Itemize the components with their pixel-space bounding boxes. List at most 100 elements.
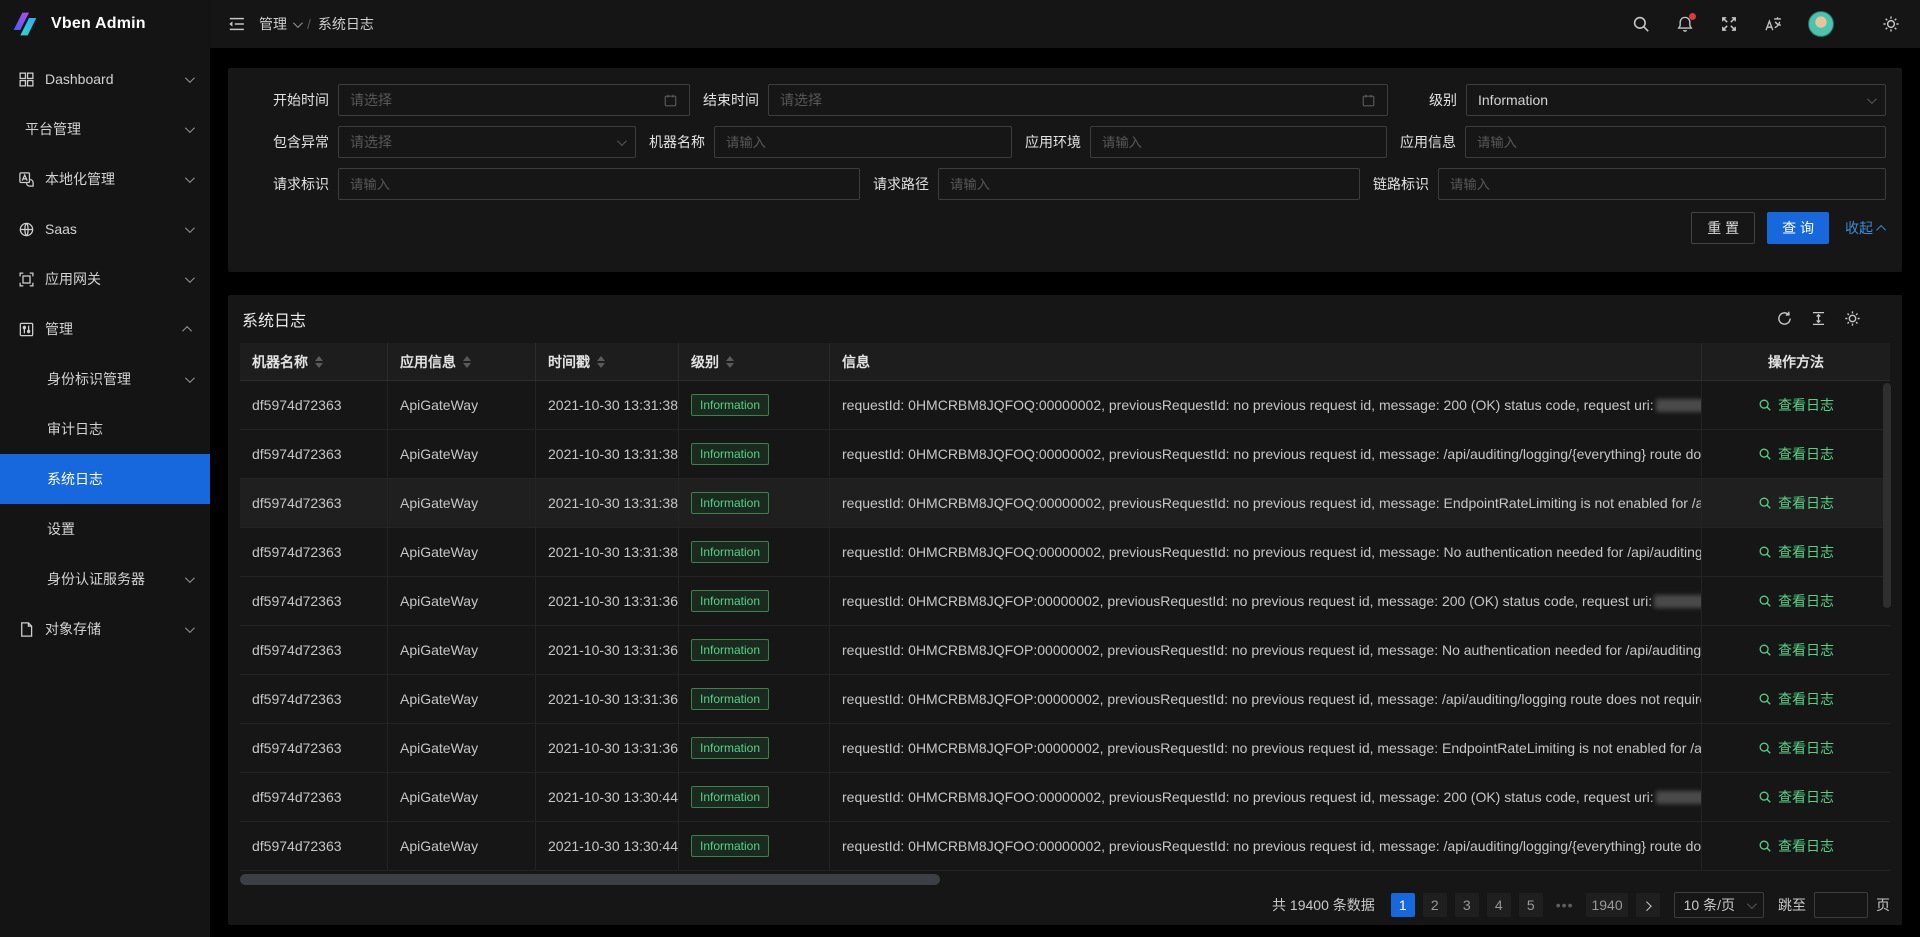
table-row: df5974d72363ApiGateWay2021-10-30 13:31:3… — [240, 430, 1890, 479]
sort-carets — [463, 356, 471, 368]
column-settings-icon[interactable] — [1844, 310, 1862, 328]
sidebar-item-label: 应用网关 — [45, 269, 185, 289]
table-row: df5974d72363ApiGateWay2021-10-30 13:31:3… — [240, 577, 1890, 626]
view-log-link[interactable]: 查看日志 — [1758, 444, 1834, 464]
sidebar-item-gateway[interactable]: 应用网关 — [0, 254, 210, 304]
cell-machine-name: df5974d72363 — [240, 479, 388, 527]
dashboard-icon — [18, 71, 35, 88]
view-log-link[interactable]: 查看日志 — [1758, 493, 1834, 513]
sidebar-item-saas[interactable]: Saas — [0, 204, 210, 254]
view-log-link[interactable]: 查看日志 — [1758, 395, 1834, 415]
view-log-link[interactable]: 查看日志 — [1758, 640, 1834, 660]
end-time-date-picker[interactable]: 请选择 — [768, 84, 1388, 116]
sidebar-item-platform[interactable]: 平台管理 — [0, 104, 210, 154]
column-header-1[interactable]: 应用信息 — [388, 343, 536, 381]
sidebar-item-identity[interactable]: 身份标识管理 — [0, 354, 210, 404]
cell-level: Information — [679, 724, 830, 772]
gateway-icon — [18, 271, 35, 288]
fullscreen-icon[interactable] — [1720, 15, 1738, 33]
column-label: 应用信息 — [400, 352, 456, 372]
page-button-2[interactable]: 2 — [1423, 893, 1447, 917]
horizontal-scrollbar-thumb[interactable] — [240, 874, 940, 885]
sidebar-item-label: 系统日志 — [47, 469, 192, 489]
cell-level: Information — [679, 381, 830, 429]
field-label: 开始时间 — [260, 90, 338, 110]
sort-carets — [315, 356, 323, 368]
field-label: 应用信息 — [1387, 132, 1465, 152]
cell-app-info: ApiGateWay — [388, 822, 536, 870]
search-icon[interactable] — [1632, 15, 1650, 33]
sidebar-menu: Dashboard平台管理本地化管理 Saas 应用网关管理身份标识管理审计日志系统… — [0, 48, 210, 654]
field-has-exception: 包含异常请选择 — [260, 126, 636, 158]
view-log-link[interactable]: 查看日志 — [1758, 836, 1834, 856]
row-height-icon[interactable] — [1810, 310, 1828, 328]
start-time-date-picker[interactable]: 请选择 — [338, 84, 690, 116]
horizontal-scrollbar[interactable] — [240, 874, 1890, 885]
page-button-5[interactable]: 5 — [1519, 893, 1543, 917]
page-button-1[interactable]: 1 — [1391, 893, 1415, 917]
chevron-down-icon — [617, 136, 627, 146]
app-env-input[interactable] — [1090, 126, 1387, 158]
cell-machine-name: df5974d72363 — [240, 528, 388, 576]
reset-button[interactable]: 重 置 — [1691, 212, 1755, 244]
sidebar-item-admin[interactable]: 管理 — [0, 304, 210, 354]
avatar[interactable] — [1808, 11, 1834, 37]
next-page-button[interactable] — [1636, 893, 1660, 917]
column-header-3[interactable]: 级别 — [679, 343, 830, 381]
cell-actions: 查看日志 — [1702, 479, 1890, 527]
translate-icon[interactable] — [1764, 15, 1782, 33]
level-select[interactable]: Information — [1466, 84, 1886, 116]
cell-level: Information — [679, 822, 830, 870]
request-id-input[interactable] — [338, 168, 860, 200]
bell-icon[interactable] — [1676, 15, 1694, 33]
pagination-ellipsis[interactable]: ••• — [1551, 893, 1579, 917]
cell-message: requestId: 0HMCRBM8JQFOQ:00000002, previ… — [830, 479, 1702, 527]
trace-id-input[interactable] — [1438, 168, 1886, 200]
filter-actions: 重 置 查 询 收起 — [260, 212, 1886, 244]
column-header-2[interactable]: 时间戳 — [536, 343, 679, 381]
field-value: 请选择 — [780, 90, 1361, 110]
column-header-5: 操作方法 — [1702, 343, 1890, 381]
page-button-1940[interactable]: 1940 — [1586, 893, 1627, 917]
field-app-env: 应用环境 — [1012, 126, 1387, 158]
settings-icon[interactable] — [1882, 15, 1900, 33]
view-log-link[interactable]: 查看日志 — [1758, 542, 1834, 562]
vertical-scrollbar[interactable] — [1883, 383, 1891, 608]
view-log-link[interactable]: 查看日志 — [1758, 787, 1834, 807]
page-button-3[interactable]: 3 — [1455, 893, 1479, 917]
cell-level: Information — [679, 528, 830, 576]
has-exception-select[interactable]: 请选择 — [338, 126, 636, 158]
refresh-icon[interactable] — [1776, 310, 1794, 328]
sidebar-item-audit-log[interactable]: 审计日志 — [0, 404, 210, 454]
cell-timestamp: 2021-10-30 13:30:44 — [536, 773, 679, 821]
sidebar-item-settings[interactable]: 设置 — [0, 504, 210, 554]
request-path-input[interactable] — [938, 168, 1360, 200]
level-badge: Information — [691, 786, 769, 808]
cell-machine-name: df5974d72363 — [240, 724, 388, 772]
sidebar-item-dashboard[interactable]: Dashboard — [0, 54, 210, 104]
chevron-down-icon — [1747, 899, 1757, 909]
sidebar-item-auth-server[interactable]: 身份认证服务器 — [0, 554, 210, 604]
view-log-link[interactable]: 查看日志 — [1758, 689, 1834, 709]
logo[interactable]: Vben Admin — [0, 0, 210, 48]
sidebar-item-system-log[interactable]: 系统日志 — [0, 454, 210, 504]
collapse-link[interactable]: 收起 — [1845, 218, 1886, 238]
menu-fold-icon[interactable] — [227, 15, 245, 33]
view-log-link[interactable]: 查看日志 — [1758, 591, 1834, 611]
breadcrumb-section[interactable]: 管理 — [259, 14, 300, 34]
column-header-0[interactable]: 机器名称 — [240, 343, 388, 381]
page-size-select[interactable]: 10 条/页 — [1674, 892, 1764, 918]
machine-name-input[interactable] — [714, 126, 1012, 158]
app-info-input[interactable] — [1465, 126, 1886, 158]
cell-app-info: ApiGateWay — [388, 577, 536, 625]
sidebar-item-localization[interactable]: 本地化管理 — [0, 154, 210, 204]
table-toolbar: 系统日志 — [228, 295, 1902, 343]
jump-page-input[interactable] — [1814, 892, 1868, 918]
sidebar-item-label: 本地化管理 — [45, 169, 185, 189]
search-button[interactable]: 查 询 — [1767, 212, 1829, 244]
page-button-4[interactable]: 4 — [1487, 893, 1511, 917]
view-log-link[interactable]: 查看日志 — [1758, 738, 1834, 758]
cell-timestamp: 2021-10-30 13:31:38 — [536, 528, 679, 576]
field-label: 请求标识 — [260, 174, 338, 194]
sidebar-item-object-storage[interactable]: 对象存储 — [0, 604, 210, 654]
